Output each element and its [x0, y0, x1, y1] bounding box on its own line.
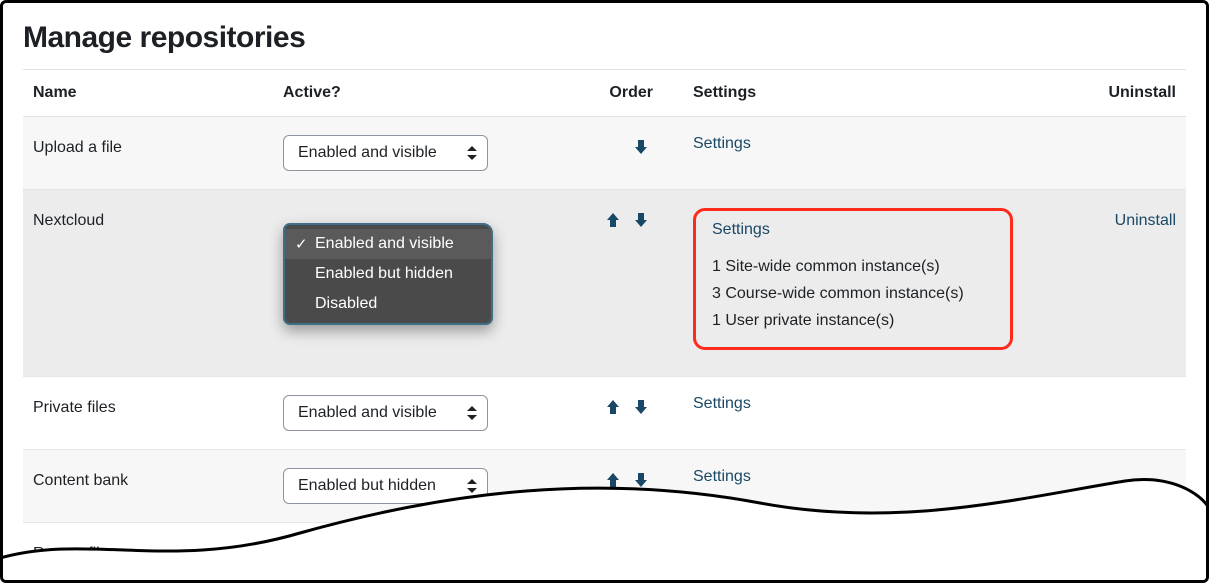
updown-caret-icon	[467, 479, 477, 493]
move-up-button[interactable]	[601, 212, 625, 228]
move-down-button[interactable]	[629, 212, 653, 228]
repo-name: Upload a file	[23, 117, 273, 190]
repo-name: Recent files	[23, 522, 273, 583]
settings-link[interactable]: Settings	[693, 468, 751, 485]
column-header-active: Active?	[273, 70, 563, 117]
updown-caret-icon	[467, 552, 477, 566]
arrow-up-icon	[605, 399, 621, 415]
active-select-value: Enabled and visible	[298, 404, 437, 421]
table-row: Content bank Enabled but hidden Se	[23, 449, 1186, 522]
active-select[interactable]: Enabled and visible	[283, 395, 488, 431]
repositories-table: Name Active? Order Settings Uninstall Up…	[23, 69, 1186, 583]
active-select-value: Enabled and visible	[298, 144, 437, 161]
settings-callout: Settings 1 Site-wide common instance(s) …	[693, 208, 1013, 350]
table-row: Private files Enabled and visible	[23, 376, 1186, 449]
table-row: Nextcloud Enabled and visible Enabled bu…	[23, 190, 1186, 377]
arrow-up-icon	[605, 212, 621, 228]
repo-name: Content bank	[23, 449, 273, 522]
move-down-button[interactable]	[629, 472, 653, 488]
active-select-menu[interactable]: Enabled and visible Enabled but hidden D…	[283, 223, 493, 325]
move-down-button[interactable]	[629, 399, 653, 415]
move-up-button[interactable]	[601, 399, 625, 415]
page-title: Manage repositories	[23, 21, 1186, 55]
instance-count: 1 Site-wide common instance(s)	[712, 253, 994, 280]
move-down-button[interactable]	[629, 139, 653, 155]
select-option[interactable]: Enabled but hidden	[285, 259, 491, 289]
settings-link[interactable]: Settings	[693, 135, 751, 152]
arrow-down-icon	[633, 472, 649, 488]
settings-link[interactable]: Settings	[693, 395, 751, 412]
active-select[interactable]: Enabled and visible	[283, 135, 488, 171]
table-row: Upload a file Enabled and visible Settin…	[23, 117, 1186, 190]
uninstall-link[interactable]: Uninstall	[1115, 212, 1176, 229]
table-row: Recent files Enabled and visible	[23, 522, 1186, 583]
repo-name: Private files	[23, 376, 273, 449]
select-option[interactable]: Enabled and visible	[285, 229, 491, 259]
arrow-up-icon	[605, 472, 621, 488]
arrow-down-icon	[633, 139, 649, 155]
column-header-uninstall: Uninstall	[1066, 70, 1186, 117]
arrow-down-icon	[633, 212, 649, 228]
column-header-order: Order	[563, 70, 683, 117]
column-header-settings: Settings	[683, 70, 1066, 117]
arrow-down-icon	[633, 399, 649, 415]
active-select-value: Enabled but hidden	[298, 477, 436, 494]
instance-count: 1 User private instance(s)	[712, 307, 994, 334]
repo-name: Nextcloud	[23, 190, 273, 377]
active-select[interactable]: Enabled and visible	[283, 541, 488, 577]
active-select[interactable]: Enabled but hidden	[283, 468, 488, 504]
move-up-button[interactable]	[601, 472, 625, 488]
select-option[interactable]: Disabled	[285, 289, 491, 319]
instance-count: 3 Course-wide common instance(s)	[712, 280, 994, 307]
updown-caret-icon	[467, 406, 477, 420]
active-select-value: Enabled and visible	[298, 550, 437, 567]
column-header-name: Name	[23, 70, 273, 117]
updown-caret-icon	[467, 146, 477, 160]
settings-link[interactable]: Settings	[712, 221, 770, 239]
